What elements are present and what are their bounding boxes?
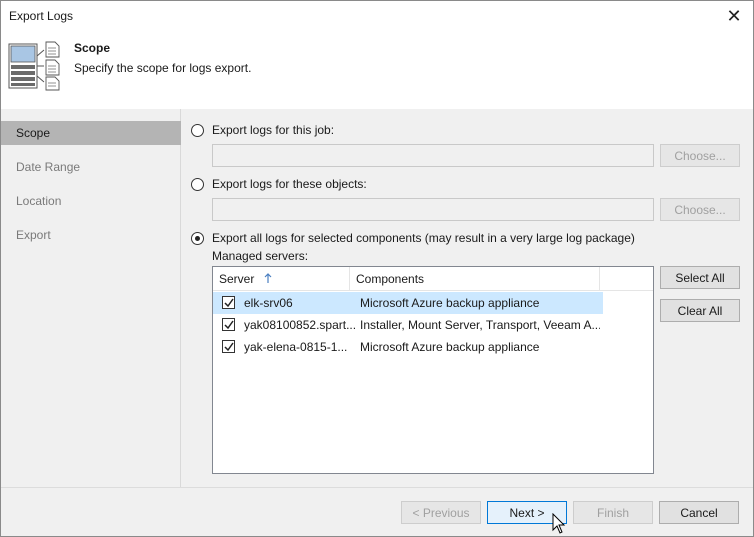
mouse-cursor-icon xyxy=(552,513,566,534)
server-cell: yak-elena-0815-1... xyxy=(244,340,348,354)
job-radio[interactable] xyxy=(191,123,204,137)
close-icon[interactable]: ✕ xyxy=(715,1,753,31)
wizard-steps-sidebar: Scope Date Range Location Export xyxy=(1,109,181,487)
job-radio-option[interactable]: Export logs for this job: xyxy=(191,123,334,137)
sidebar-item-scope[interactable]: Scope xyxy=(1,121,181,145)
window-title: Export Logs xyxy=(9,9,74,23)
components-cell: Microsoft Azure backup appliance xyxy=(360,296,540,310)
row-checkbox[interactable] xyxy=(222,318,235,331)
clear-all-button[interactable]: Clear All xyxy=(660,299,740,322)
objects-field[interactable] xyxy=(212,198,654,221)
cancel-button[interactable]: Cancel xyxy=(659,501,739,524)
list-header: Server Components xyxy=(213,267,653,291)
row-checkbox[interactable] xyxy=(222,340,235,353)
table-row[interactable]: elk-srv06 Microsoft Azure backup applian… xyxy=(213,292,603,314)
components-radio-option[interactable]: Export all logs for selected components … xyxy=(191,231,635,245)
sidebar-item-date-range[interactable]: Date Range xyxy=(1,155,181,179)
wizard-body: Scope Date Range Location Export Export … xyxy=(1,109,753,487)
objects-radio[interactable] xyxy=(191,177,204,191)
components-radio-label: Export all logs for selected components … xyxy=(212,231,635,245)
wizard-header: Scope Specify the scope for logs export. xyxy=(1,31,753,109)
title-bar: Export Logs ✕ xyxy=(1,1,753,31)
components-cell: Microsoft Azure backup appliance xyxy=(360,340,540,354)
job-field[interactable] xyxy=(212,144,654,167)
previous-button[interactable]: < Previous xyxy=(401,501,481,524)
sidebar-item-export[interactable]: Export xyxy=(1,223,181,247)
page-subtitle: Specify the scope for logs export. xyxy=(74,61,252,75)
export-logs-window: Export Logs ✕ Scope Specify the scope fo xyxy=(0,0,754,537)
job-radio-label: Export logs for this job: xyxy=(212,123,335,137)
choose-objects-button[interactable]: Choose... xyxy=(660,198,740,221)
table-row[interactable]: yak-elena-0815-1... Microsoft Azure back… xyxy=(213,336,603,358)
select-all-button[interactable]: Select All xyxy=(660,266,740,289)
server-cell: yak08100852.spart... xyxy=(244,318,356,332)
scope-content: Export logs for this job: Choose... Expo… xyxy=(182,109,753,487)
components-radio[interactable] xyxy=(191,231,204,245)
sort-ascending-icon xyxy=(264,273,272,283)
choose-job-button[interactable]: Choose... xyxy=(660,144,740,167)
column-header-server-label: Server xyxy=(219,272,255,286)
row-checkbox[interactable] xyxy=(222,296,235,309)
managed-servers-label: Managed servers: xyxy=(212,249,309,263)
components-cell: Installer, Mount Server, Transport, Veea… xyxy=(360,318,600,332)
log-files-icon xyxy=(8,41,60,91)
finish-button[interactable]: Finish xyxy=(573,501,653,524)
page-title: Scope xyxy=(74,41,111,55)
column-header-server[interactable]: Server xyxy=(213,267,350,291)
column-header-components[interactable]: Components xyxy=(350,267,600,291)
objects-radio-option[interactable]: Export logs for these objects: xyxy=(191,177,367,191)
table-row[interactable]: yak08100852.spart... Installer, Mount Se… xyxy=(213,314,603,336)
sidebar-item-location[interactable]: Location xyxy=(1,189,181,213)
wizard-footer: < Previous Next > Finish Cancel xyxy=(1,487,753,536)
server-cell: elk-srv06 xyxy=(244,296,293,310)
objects-radio-label: Export logs for these objects: xyxy=(212,177,367,191)
managed-servers-list[interactable]: Server Components elk-srv06 Microsoft Az… xyxy=(212,266,654,474)
